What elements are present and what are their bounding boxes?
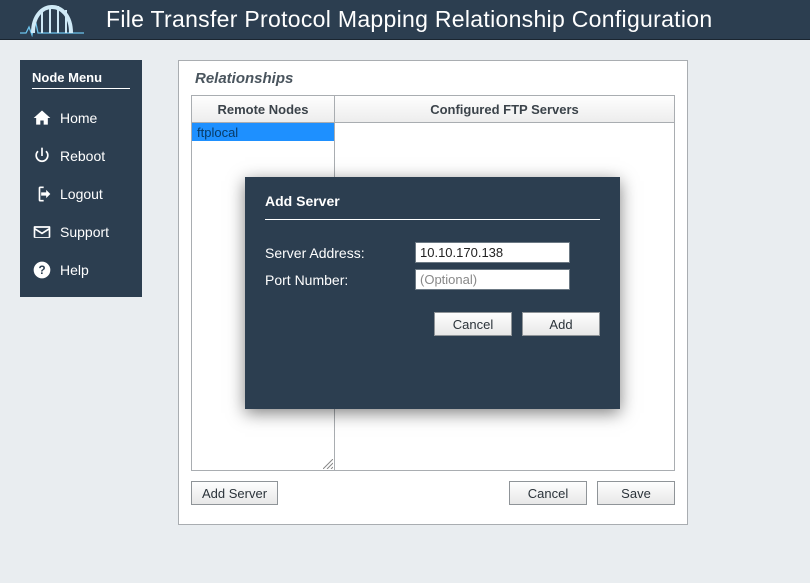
logo-icon xyxy=(16,3,88,37)
dialog-add-button[interactable]: Add xyxy=(522,312,600,336)
sidebar-item-label: Home xyxy=(60,110,97,126)
columns-header: Remote Nodes Configured FTP Servers xyxy=(191,95,675,123)
power-icon xyxy=(32,146,52,166)
port-number-input[interactable] xyxy=(415,269,570,290)
panel-title: Relationships xyxy=(191,70,675,87)
app-header: File Transfer Protocol Mapping Relations… xyxy=(0,0,810,40)
save-button[interactable]: Save xyxy=(597,481,675,505)
remote-nodes-header: Remote Nodes xyxy=(192,96,335,122)
sidebar-item-label: Help xyxy=(60,262,89,278)
sidebar-item-home[interactable]: Home xyxy=(32,105,130,131)
add-server-button[interactable]: Add Server xyxy=(191,481,278,505)
sidebar-item-label: Reboot xyxy=(60,148,105,164)
envelope-icon xyxy=(32,222,52,242)
svg-text:?: ? xyxy=(38,264,45,277)
help-icon: ? xyxy=(32,260,52,280)
dialog-title: Add Server xyxy=(265,193,600,220)
sidebar-item-label: Logout xyxy=(60,186,103,202)
resize-handle-icon[interactable] xyxy=(323,459,333,469)
sidebar: Node Menu Home Reboot Logout Support xyxy=(20,60,142,297)
sidebar-item-help[interactable]: ? Help xyxy=(32,257,130,283)
sidebar-item-support[interactable]: Support xyxy=(32,219,130,245)
server-address-input[interactable] xyxy=(415,242,570,263)
cancel-button[interactable]: Cancel xyxy=(509,481,587,505)
sidebar-item-reboot[interactable]: Reboot xyxy=(32,143,130,169)
panel-footer: Add Server Cancel Save xyxy=(191,481,675,505)
dialog-cancel-button[interactable]: Cancel xyxy=(434,312,512,336)
sidebar-item-label: Support xyxy=(60,224,109,240)
sidebar-title: Node Menu xyxy=(32,70,130,89)
sidebar-item-logout[interactable]: Logout xyxy=(32,181,130,207)
logout-icon xyxy=(32,184,52,204)
page-title: File Transfer Protocol Mapping Relations… xyxy=(106,6,712,33)
server-address-label: Server Address: xyxy=(265,245,405,261)
remote-node-item[interactable]: ftplocal xyxy=(192,123,334,141)
configured-servers-header: Configured FTP Servers xyxy=(335,96,674,122)
home-icon xyxy=(32,108,52,128)
add-server-dialog: Add Server Server Address: Port Number: … xyxy=(245,177,620,409)
port-number-label: Port Number: xyxy=(265,272,405,288)
